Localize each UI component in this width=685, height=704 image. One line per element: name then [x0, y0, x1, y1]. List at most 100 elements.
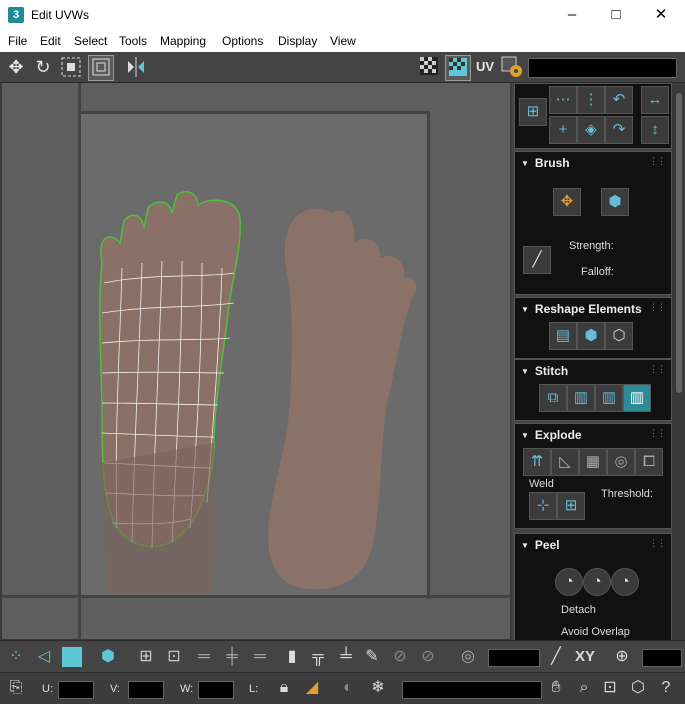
rotate-ccw-icon[interactable]: ↶ — [605, 86, 633, 114]
panel-grip-icon[interactable]: ⋮⋮ — [649, 302, 666, 313]
close-button[interactable]: ✕ — [638, 0, 684, 30]
soft-select-icon[interactable]: ⊘ — [388, 645, 412, 669]
relax-icon[interactable]: ◈ — [577, 116, 605, 144]
break-icon[interactable]: ◺ — [551, 448, 579, 476]
straighten-icon[interactable]: ▤ — [549, 322, 577, 350]
lock-icon[interactable]: 🔒︎ — [272, 676, 296, 700]
rotate-orient-icon[interactable]: ◎ — [456, 645, 480, 669]
relax-brush-icon[interactable]: ⬢ — [601, 188, 629, 216]
weld-target-icon[interactable]: ⊞ — [557, 492, 585, 520]
ring-icon[interactable]: ╪ — [220, 645, 244, 669]
align-vertical-icon[interactable]: ⋮ — [577, 86, 605, 114]
brush-title[interactable]: ▼ Brush — [521, 156, 570, 170]
texture-dropdown[interactable] — [528, 58, 677, 78]
rotate-icon[interactable]: ↻ — [31, 55, 55, 79]
zoom-field[interactable] — [642, 649, 682, 667]
peel-title[interactable]: ▼ Peel — [521, 538, 560, 552]
sphere-icon[interactable]: ⊕ — [610, 645, 634, 669]
menu-tools[interactable]: Tools — [119, 34, 147, 48]
menu-edit[interactable]: Edit — [40, 34, 61, 48]
mirror-icon[interactable] — [124, 55, 148, 79]
side-panel: ⊞ ⋯ ⋮ ↶ ↔ + ◈ ↷ ↕ ▼ Brush ⋮⋮ ✥ ⬢ ╱ Streng… — [512, 83, 672, 640]
side-scrollbar[interactable] — [673, 83, 685, 639]
checker-icon[interactable] — [417, 55, 441, 79]
reshape-elements-panel: ▼ Reshape Elements ⋮⋮ ▤ ⬢ ⬡ — [514, 297, 672, 359]
stitch-custom-icon[interactable]: ⧉ — [539, 384, 567, 412]
uv-viewport[interactable] — [2, 83, 510, 639]
menu-display[interactable]: Display — [278, 34, 317, 48]
zoom-extents-icon[interactable]: ⬡ — [626, 676, 650, 700]
peel-icon[interactable]: ◔ — [583, 568, 611, 596]
element-mode-icon[interactable]: ⬢ — [96, 645, 120, 669]
menu-file[interactable]: File — [8, 34, 27, 48]
edge-mode-icon[interactable]: ◁ — [32, 645, 56, 669]
pack-icon[interactable]: ◎ — [607, 448, 635, 476]
uv-label[interactable]: UV — [472, 55, 498, 79]
align-horizontal-icon[interactable]: ⋯ — [549, 86, 577, 114]
panel-grip-icon[interactable]: ⋮⋮ — [649, 364, 666, 375]
cube-icon[interactable]: ⬡ — [605, 322, 633, 350]
v-field[interactable] — [128, 681, 164, 699]
panel-grip-icon[interactable]: ⋮⋮ — [649, 428, 666, 439]
title-bar: 3 Edit UVWs – □ ✕ — [0, 0, 685, 30]
settings-icon[interactable] — [500, 55, 524, 79]
weld-selected-icon[interactable]: ⊹ — [529, 492, 557, 520]
soft-select-edge-icon[interactable]: ⊘ — [416, 645, 440, 669]
align-top-icon[interactable]: ╦ — [306, 645, 330, 669]
snowflake-icon[interactable]: ❄ — [366, 676, 390, 700]
bar-icon[interactable]: ▮ — [280, 645, 304, 669]
flatten-icon[interactable]: ▦ — [579, 448, 607, 476]
filter-field[interactable] — [402, 681, 542, 699]
hide-icon[interactable]: ◐ — [336, 676, 360, 700]
loop-icon[interactable]: ═ — [192, 645, 216, 669]
rotate-cw-icon[interactable]: ↷ — [605, 116, 633, 144]
menu-select[interactable]: Select — [74, 34, 107, 48]
stitch-source-icon[interactable]: ▥ — [567, 384, 595, 412]
eye-icon[interactable]: ◢ — [300, 676, 324, 700]
menu-view[interactable]: View — [330, 34, 356, 48]
face-mode-icon[interactable] — [60, 645, 84, 669]
panel-grip-icon[interactable]: ⋮⋮ — [649, 538, 666, 549]
orient-field[interactable] — [488, 649, 540, 667]
space-vertical-icon[interactable]: ↕ — [641, 116, 669, 144]
peel-reset-icon[interactable]: ◔ — [611, 568, 639, 596]
texture-icon[interactable] — [445, 55, 471, 81]
split-icon[interactable]: ⧠ — [635, 448, 663, 476]
brush-icon[interactable]: ✥ — [553, 188, 581, 216]
hand-icon[interactable]: ✋︎ — [544, 676, 568, 700]
scale-icon[interactable] — [88, 55, 114, 81]
stitch-target-icon[interactable]: ▥ — [623, 384, 651, 412]
xy-label[interactable]: XY — [570, 645, 600, 669]
vertex-mode-icon[interactable]: ⁘ — [4, 645, 28, 669]
peel-quick-icon[interactable]: ◔ — [555, 568, 583, 596]
stitch-title[interactable]: ▼ Stitch — [521, 364, 568, 378]
align-center-icon[interactable]: + — [549, 116, 577, 144]
snap-icon[interactable]: ⊞ — [519, 98, 547, 126]
minimize-button[interactable]: – — [549, 0, 595, 30]
shrink-selection-icon[interactable]: ⊡ — [162, 645, 186, 669]
move-icon[interactable]: ✥ — [4, 55, 28, 79]
freeform-icon[interactable] — [59, 55, 83, 79]
paint-select-icon[interactable]: ✎ — [360, 645, 384, 669]
panel-grip-icon[interactable]: ⋮⋮ — [649, 156, 666, 167]
menu-options[interactable]: Options — [222, 34, 263, 48]
stitch-average-icon[interactable]: ▥ — [595, 384, 623, 412]
maximize-button[interactable]: □ — [593, 0, 639, 30]
menu-mapping[interactable]: Mapping — [160, 34, 206, 48]
align-bottom-icon[interactable]: ╧ — [334, 645, 358, 669]
help-icon[interactable]: ? — [654, 676, 678, 700]
explode-icon[interactable]: ⇈ — [523, 448, 551, 476]
w-field[interactable] — [198, 681, 234, 699]
relax-element-icon[interactable]: ⬢ — [577, 322, 605, 350]
explode-title[interactable]: ▼ Explode — [521, 428, 582, 442]
edge-loop-icon[interactable]: ═ — [248, 645, 272, 669]
zoom-icon[interactable]: ⌕ — [572, 676, 596, 700]
reshape-title[interactable]: ▼ Reshape Elements — [521, 302, 642, 316]
line-brush-icon[interactable]: ╱ — [523, 246, 551, 274]
u-field[interactable] — [58, 681, 94, 699]
grow-selection-icon[interactable]: ⊞ — [134, 645, 158, 669]
zoom-region-icon[interactable]: ⊡ — [598, 676, 622, 700]
space-horizontal-icon[interactable]: ↔ — [641, 86, 669, 114]
slash-icon[interactable]: ╱ — [544, 645, 568, 669]
transform-type-icon[interactable]: ⎘ — [4, 676, 28, 700]
